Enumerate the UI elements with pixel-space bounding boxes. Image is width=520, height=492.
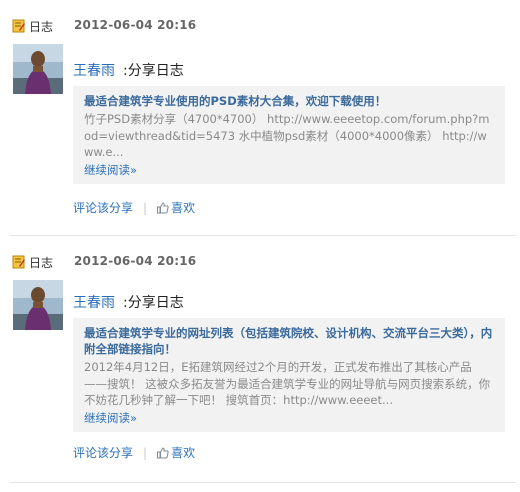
- card-title-link[interactable]: 最适合建筑学专业的网址列表（包括建筑院校、设计机构、交流平台三大类），内附全部链…: [84, 325, 494, 357]
- thumbs-up-icon: [157, 446, 169, 458]
- read-more-link[interactable]: 继续阅读»: [84, 162, 494, 178]
- like-button[interactable]: 喜欢: [157, 444, 195, 461]
- feed-entry: 日志 2012-06-04 20:16 王春雨 :分享日志 最适合建筑学专业使用的…: [0, 0, 520, 234]
- avatar[interactable]: [13, 44, 63, 94]
- feed-entry: 日志 2012-06-04 20:16 王春雨 :分享日志 最适合建筑学专业的网址…: [0, 236, 520, 470]
- entry-action: :分享日志: [123, 295, 184, 311]
- avatar-image: [13, 44, 63, 94]
- card-excerpt: 2012年4月12日，E拓建筑网经过2个月的开发，正式发布推出了其核心产品——搜…: [84, 360, 491, 407]
- diary-icon: [12, 255, 25, 269]
- diary-icon: [12, 19, 25, 33]
- entry-divider: [10, 482, 516, 483]
- like-button[interactable]: 喜欢: [157, 199, 195, 216]
- comment-share-link[interactable]: 评论该分享: [73, 444, 133, 461]
- entry-timestamp: 2012-06-04 20:16: [74, 18, 197, 32]
- comment-share-link[interactable]: 评论该分享: [73, 199, 133, 216]
- entry-type: 日志: [12, 18, 53, 34]
- author-link[interactable]: 王春雨: [73, 63, 115, 79]
- card-title-link[interactable]: 最适合建筑学专业使用的PSD素材大合集，欢迎下载使用！: [84, 93, 494, 109]
- shared-card: 最适合建筑学专业使用的PSD素材大合集，欢迎下载使用！ 竹子PSD素材分享（47…: [73, 86, 505, 184]
- footer-divider: |: [143, 445, 148, 460]
- entry-headline: 王春雨 :分享日志: [73, 60, 184, 80]
- entry-timestamp: 2012-06-04 20:16: [74, 254, 197, 268]
- author-link[interactable]: 王春雨: [73, 295, 115, 311]
- card-excerpt: 竹子PSD素材分享（4700*4700） http://www.eeeetop.…: [84, 112, 490, 159]
- entry-type-label: 日志: [29, 255, 54, 270]
- thumbs-up-icon: [157, 201, 169, 213]
- entry-type: 日志: [12, 254, 53, 270]
- entry-action: :分享日志: [123, 63, 184, 79]
- entry-type-label: 日志: [29, 19, 54, 34]
- like-label: 喜欢: [171, 201, 196, 215]
- entry-footer: 评论该分享 | 喜欢: [73, 199, 195, 216]
- shared-card: 最适合建筑学专业的网址列表（包括建筑院校、设计机构、交流平台三大类），内附全部链…: [73, 318, 505, 432]
- read-more-link[interactable]: 继续阅读»: [84, 410, 494, 426]
- avatar-image: [13, 280, 63, 330]
- entry-headline: 王春雨 :分享日志: [73, 292, 184, 312]
- entry-footer: 评论该分享 | 喜欢: [73, 444, 195, 461]
- like-label: 喜欢: [171, 446, 196, 460]
- footer-divider: |: [143, 200, 148, 215]
- avatar[interactable]: [13, 280, 63, 330]
